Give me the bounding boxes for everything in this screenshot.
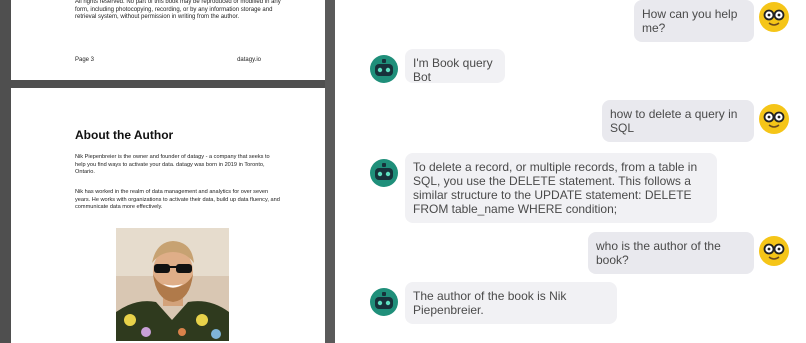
bot-message: The author of the book is Nik Piepenbrei… xyxy=(405,282,617,324)
user-avatar xyxy=(759,236,789,266)
page-number: Page 3 xyxy=(75,57,95,63)
robot-icon xyxy=(370,159,398,187)
bot-avatar xyxy=(369,54,399,84)
about-paragraph-2: Nik has worked in the realm of data mana… xyxy=(75,189,280,211)
chat-panel: How can you help me? I'm Book query Bot … xyxy=(335,0,806,343)
user-message: who is the author of the book? xyxy=(588,232,754,274)
about-heading: About the Author xyxy=(75,128,174,142)
author-photo xyxy=(116,228,229,341)
message-text: who is the author of the book? xyxy=(596,239,721,267)
page-footer: Page 3 datagy.io xyxy=(75,57,261,63)
message-text: I'm Book query Bot xyxy=(413,56,493,84)
pdf-viewer[interactable]: All rights reserved. No part of this boo… xyxy=(0,0,335,343)
user-message: how to delete a query in SQL xyxy=(602,100,754,142)
user-avatar xyxy=(759,2,789,32)
bot-avatar xyxy=(369,158,399,188)
user-message: How can you help me? xyxy=(634,0,754,42)
viewer-divider xyxy=(325,0,335,343)
robot-icon xyxy=(370,288,398,316)
bot-message: I'm Book query Bot xyxy=(405,49,505,84)
bot-message: To delete a record, or multiple records,… xyxy=(405,153,717,223)
robot-icon xyxy=(370,55,398,83)
smiley-glasses-icon xyxy=(759,104,789,134)
pdf-page-about: About the Author Nik Piepenbreier is the… xyxy=(11,88,325,343)
message-text: How can you help me? xyxy=(642,7,738,35)
copyright-text: All rights reserved. No part of this boo… xyxy=(75,0,281,21)
footer-site: datagy.io xyxy=(237,57,261,63)
message-text: how to delete a query in SQL xyxy=(610,107,738,135)
message-text: The author of the book is Nik Piepenbrei… xyxy=(413,289,567,317)
about-paragraph-1: Nik Piepenbreier is the owner and founde… xyxy=(75,154,270,176)
user-avatar xyxy=(759,104,789,134)
message-text: To delete a record, or multiple records,… xyxy=(413,160,698,216)
smiley-glasses-icon xyxy=(759,236,789,266)
smiley-glasses-icon xyxy=(759,2,789,32)
bot-avatar xyxy=(369,287,399,317)
pdf-page-3: All rights reserved. No part of this boo… xyxy=(11,0,325,80)
